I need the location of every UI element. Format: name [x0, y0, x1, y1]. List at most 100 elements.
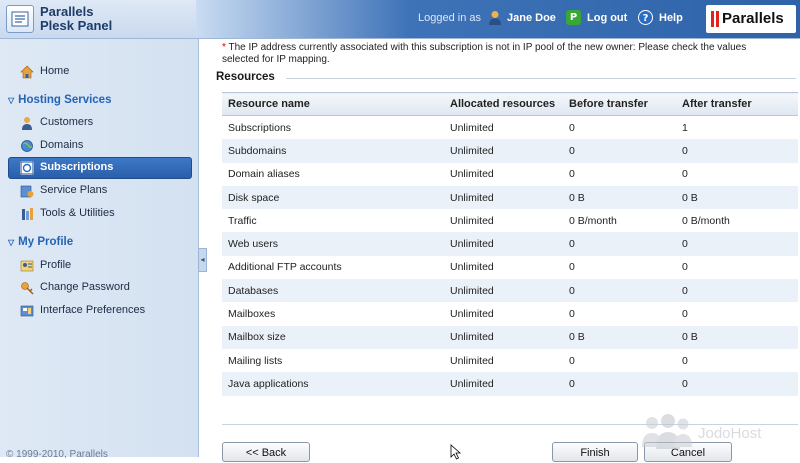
logged-in-label: Logged in as — [418, 12, 481, 24]
section-my-profile[interactable]: ▽ My Profile — [8, 236, 73, 248]
table-row: Subdomains Unlimited 0 0 — [222, 139, 798, 163]
sidebar-item-label: Service Plans — [40, 184, 108, 196]
after-transfer-cell: 0 B — [676, 185, 798, 210]
resources-table-container: Resource name Allocated resources Before… — [222, 92, 798, 396]
allocated-cell: Unlimited — [444, 185, 563, 210]
watermark: JodoHost — [638, 411, 798, 455]
section-label: Hosting Services — [18, 94, 112, 106]
sidebar-item-label: Customers — [40, 116, 94, 128]
before-transfer-cell: 0 — [563, 302, 676, 326]
sidebar-item-domains[interactable]: Domains — [8, 137, 188, 155]
app-title-line2: Plesk Panel — [40, 18, 113, 33]
warning-star: * — [222, 42, 226, 53]
after-transfer-cell: 0 — [676, 255, 798, 280]
before-transfer-cell: 0 — [563, 115, 676, 140]
after-transfer-cell: 0 B/month — [676, 209, 798, 233]
before-transfer-cell: 0 B/month — [563, 209, 676, 233]
sidebar-item-service-plans[interactable]: Service Plans — [8, 182, 188, 200]
resource-name-cell: Mailboxes — [222, 302, 444, 326]
after-transfer-cell: 0 — [676, 232, 798, 256]
watermark-people-icon — [642, 414, 692, 449]
sidebar-item-label: Subscriptions — [40, 161, 114, 173]
sidebar-item-label: Home — [40, 65, 70, 77]
main-content: * The IP address currently associated wi… — [206, 39, 800, 462]
section-divider — [286, 78, 796, 79]
finish-button[interactable]: Finish — [552, 442, 638, 462]
home-icon — [20, 65, 34, 79]
resource-name-cell: Disk space — [222, 185, 444, 210]
service-plans-icon — [20, 185, 34, 198]
resource-name-cell: Mailing lists — [222, 348, 444, 373]
profile-icon — [20, 260, 34, 272]
user-name-link[interactable]: Jane Doe — [507, 12, 556, 24]
resource-name-cell: Web users — [222, 232, 444, 256]
table-row: Java applications Unlimited 0 0 — [222, 372, 798, 396]
before-transfer-cell: 0 — [563, 255, 676, 280]
allocated-cell: Unlimited — [444, 348, 563, 373]
resource-name-cell: Subdomains — [222, 139, 444, 163]
sidebar-item-interface-preferences[interactable]: Interface Preferences — [8, 302, 188, 320]
table-row: Disk space Unlimited 0 B 0 B — [222, 185, 798, 210]
domains-icon — [21, 140, 33, 152]
mouse-cursor-icon — [450, 444, 462, 460]
allocated-cell: Unlimited — [444, 232, 563, 256]
interface-preferences-icon — [20, 305, 34, 317]
allocated-cell: Unlimited — [444, 279, 563, 303]
table-row: Web users Unlimited 0 0 — [222, 232, 798, 256]
allocated-cell: Unlimited — [444, 162, 563, 186]
before-transfer-cell: 0 — [563, 372, 676, 396]
allocated-cell: Unlimited — [444, 255, 563, 280]
parallels-bars-icon — [711, 11, 720, 27]
sidebar-item-subscriptions[interactable]: Subscriptions — [8, 157, 192, 179]
column-header: Resource name — [222, 92, 444, 116]
before-transfer-cell: 0 — [563, 348, 676, 373]
after-transfer-cell: 0 — [676, 139, 798, 163]
help-icon[interactable]: ? — [638, 10, 653, 25]
allocated-cell: Unlimited — [444, 325, 563, 349]
after-transfer-cell: 1 — [676, 115, 798, 140]
allocated-cell: Unlimited — [444, 115, 563, 140]
resource-name-cell: Databases — [222, 279, 444, 303]
sidebar-item-profile[interactable]: Profile — [8, 257, 188, 275]
app-title-line1: Parallels — [40, 4, 94, 19]
help-link[interactable]: Help — [659, 12, 683, 24]
customers-icon — [22, 117, 32, 130]
sidebar-item-change-password[interactable]: Change Password — [8, 279, 188, 297]
table-row: Subscriptions Unlimited 0 1 — [222, 115, 798, 140]
warning-text: The IP address currently associated with… — [222, 42, 747, 65]
back-button[interactable]: << Back — [222, 442, 310, 462]
table-row: Traffic Unlimited 0 B/month 0 B/month — [222, 209, 798, 233]
resource-name-cell: Mailbox size — [222, 325, 444, 349]
sidebar-item-tools-utilities[interactable]: Tools & Utilities — [8, 205, 188, 223]
allocated-cell: Unlimited — [444, 302, 563, 326]
allocated-cell: Unlimited — [444, 209, 563, 233]
plesk-logo-icon — [6, 5, 34, 33]
before-transfer-cell: 0 — [563, 139, 676, 163]
table-row: Mailbox size Unlimited 0 B 0 B — [222, 325, 798, 349]
logout-icon[interactable]: P — [566, 10, 581, 25]
sidebar-item-home[interactable]: Home — [8, 63, 188, 81]
resource-name-cell: Domain aliases — [222, 162, 444, 186]
resource-name-cell: Traffic — [222, 209, 444, 233]
top-header: Parallels Plesk Panel Logged in as Jane … — [0, 0, 800, 39]
sidebar-item-customers[interactable]: Customers — [8, 114, 188, 132]
tools-icon — [22, 208, 33, 220]
sidebar-item-label: Interface Preferences — [40, 304, 146, 316]
logout-link[interactable]: Log out — [587, 12, 627, 24]
table-row: Domain aliases Unlimited 0 0 — [222, 162, 798, 186]
key-icon — [21, 282, 34, 295]
column-header: After transfer — [676, 92, 798, 116]
table-row: Databases Unlimited 0 0 — [222, 279, 798, 303]
allocated-cell: Unlimited — [444, 139, 563, 163]
after-transfer-cell: 0 — [676, 348, 798, 373]
sidebar-item-label: Profile — [40, 259, 72, 271]
table-header-row: Resource name Allocated resources Before… — [222, 92, 798, 116]
resource-name-cell: Subscriptions — [222, 115, 444, 140]
sidebar-item-label: Tools & Utilities — [40, 207, 115, 219]
section-hosting-services[interactable]: ▽ Hosting Services — [8, 94, 111, 106]
before-transfer-cell: 0 — [563, 162, 676, 186]
resources-heading: Resources — [216, 71, 275, 83]
table-row: Mailboxes Unlimited 0 0 — [222, 302, 798, 326]
column-header: Allocated resources — [444, 92, 563, 116]
watermark-text: JodoHost — [698, 425, 762, 442]
